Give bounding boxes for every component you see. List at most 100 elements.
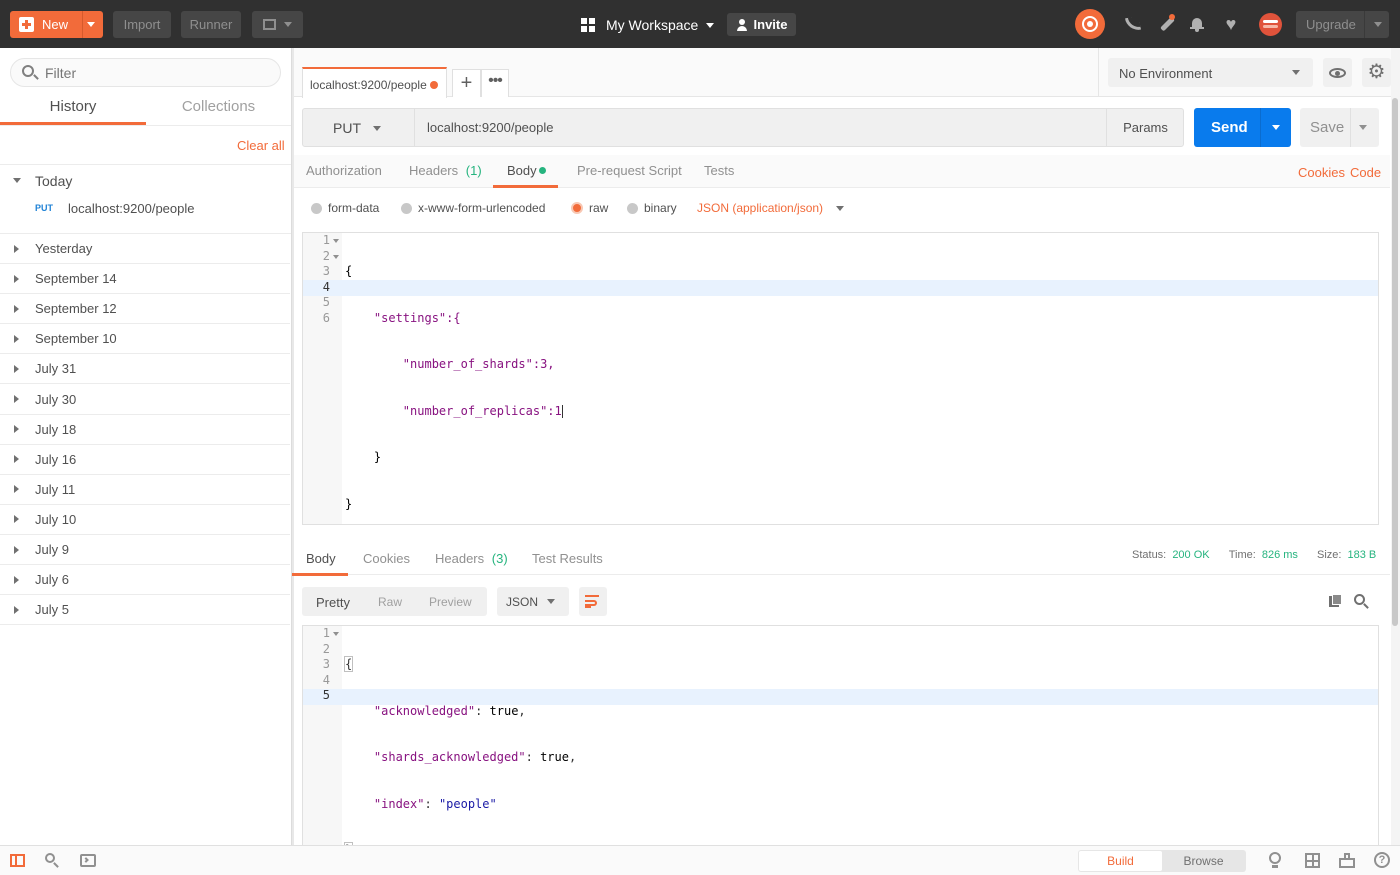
bootcamp-icon[interactable] bbox=[1339, 853, 1355, 868]
save-button[interactable]: Save bbox=[1300, 108, 1379, 147]
clear-all-link[interactable]: Clear all bbox=[237, 138, 285, 153]
caret-right-icon bbox=[14, 545, 19, 554]
help-icon[interactable]: ? bbox=[1374, 852, 1390, 868]
bell-icon[interactable] bbox=[1187, 14, 1207, 34]
send-button[interactable]: Send bbox=[1194, 108, 1291, 147]
copy-icon[interactable] bbox=[1329, 594, 1342, 607]
build-mode-button[interactable]: Build bbox=[1079, 851, 1162, 871]
search-input[interactable] bbox=[10, 58, 281, 87]
code-line: "number_of_shards":3, bbox=[345, 357, 555, 371]
avatar[interactable] bbox=[1259, 13, 1282, 36]
tab-history[interactable]: History bbox=[0, 93, 146, 125]
fold-arrow-icon[interactable] bbox=[333, 632, 339, 636]
response-tab-body[interactable]: Body bbox=[292, 542, 348, 576]
history-group-today[interactable]: Today bbox=[0, 168, 290, 193]
request-tab[interactable]: localhost:9200/people bbox=[302, 67, 447, 98]
url-input[interactable]: localhost:9200/people bbox=[427, 120, 554, 135]
code-line: } bbox=[345, 450, 382, 464]
wrap-lines-button[interactable] bbox=[579, 587, 607, 616]
line-number: 5 bbox=[322, 295, 330, 309]
caret-right-icon bbox=[14, 274, 19, 283]
params-button[interactable]: Params bbox=[1106, 109, 1184, 146]
import-button[interactable]: Import bbox=[113, 11, 171, 38]
two-pane-icon[interactable] bbox=[1305, 853, 1320, 868]
find-icon[interactable] bbox=[45, 853, 59, 868]
history-group-label: July 31 bbox=[35, 361, 77, 377]
sync-icon[interactable] bbox=[1075, 9, 1105, 39]
method-badge: PUT bbox=[35, 203, 53, 213]
chevron-down-icon[interactable] bbox=[87, 22, 95, 27]
tab-headers[interactable]: Headers (1) bbox=[409, 163, 482, 178]
workspace-switcher[interactable]: My Workspace bbox=[581, 14, 715, 36]
satellite-icon[interactable] bbox=[1123, 14, 1143, 34]
upgrade-button[interactable]: Upgrade bbox=[1296, 11, 1389, 38]
history-group[interactable]: July 16 bbox=[0, 445, 290, 475]
manage-environments-button[interactable]: ⚙ bbox=[1362, 58, 1391, 87]
response-tab-test-results[interactable]: Test Results bbox=[532, 551, 603, 566]
response-tab-cookies[interactable]: Cookies bbox=[363, 551, 410, 566]
toggle-sidebar-icon[interactable] bbox=[10, 854, 25, 867]
history-group[interactable]: Yesterday bbox=[0, 234, 290, 264]
new-button[interactable]: New bbox=[10, 11, 103, 38]
fold-arrow-icon[interactable] bbox=[333, 239, 339, 243]
view-pretty-button[interactable]: Pretty bbox=[316, 595, 350, 610]
fold-arrow-icon[interactable] bbox=[333, 255, 339, 259]
view-raw-button[interactable]: Raw bbox=[378, 595, 402, 609]
history-group[interactable]: July 6 bbox=[0, 565, 290, 596]
tab-pre-request-script[interactable]: Pre-request Script bbox=[577, 163, 682, 178]
history-group[interactable]: September 12 bbox=[0, 294, 290, 325]
history-group[interactable]: July 11 bbox=[0, 475, 290, 505]
line-number: 4 bbox=[322, 279, 330, 294]
code-link[interactable]: Code bbox=[1350, 165, 1381, 180]
lightbulb-icon[interactable] bbox=[1269, 852, 1281, 869]
radio-binary[interactable]: binary bbox=[627, 200, 677, 216]
wrench-icon[interactable] bbox=[1157, 14, 1177, 34]
search-icon[interactable] bbox=[1354, 594, 1369, 609]
tab-collections[interactable]: Collections bbox=[146, 93, 291, 125]
history-group[interactable]: July 18 bbox=[0, 415, 290, 445]
add-tab-button[interactable]: + bbox=[452, 69, 481, 97]
scrollbar-thumb[interactable] bbox=[1392, 98, 1398, 626]
history-group[interactable]: July 10 bbox=[0, 505, 290, 535]
cookies-link[interactable]: Cookies bbox=[1298, 165, 1345, 180]
history-group[interactable]: July 30 bbox=[0, 385, 290, 415]
radio-urlencoded[interactable]: x-www-form-urlencoded bbox=[401, 200, 545, 216]
heart-icon[interactable]: ♥ bbox=[1221, 14, 1241, 34]
new-window-button[interactable] bbox=[252, 11, 303, 38]
browse-mode-button[interactable]: Browse bbox=[1162, 851, 1245, 871]
response-tab-headers[interactable]: Headers (3) bbox=[435, 551, 508, 566]
history-group[interactable]: September 10 bbox=[0, 324, 290, 355]
environment-quick-look-button[interactable] bbox=[1323, 58, 1352, 87]
code-line: { bbox=[343, 656, 354, 672]
history-group[interactable]: July 5 bbox=[0, 595, 290, 626]
mode-toggle: Build Browse bbox=[1078, 850, 1246, 872]
environment-select[interactable]: No Environment bbox=[1108, 58, 1313, 87]
caret-right-icon bbox=[14, 455, 19, 464]
invite-button[interactable]: Invite bbox=[727, 13, 796, 36]
more-tabs-button[interactable]: ••• bbox=[481, 69, 509, 97]
radio-form-data[interactable]: form-data bbox=[311, 200, 379, 216]
tab-authorization[interactable]: Authorization bbox=[306, 163, 382, 178]
caret-down-icon bbox=[13, 178, 21, 183]
history-group-label: September 14 bbox=[35, 271, 117, 287]
history-group[interactable]: July 9 bbox=[0, 535, 290, 565]
filter-field[interactable] bbox=[45, 63, 265, 82]
tab-tests[interactable]: Tests bbox=[704, 163, 734, 178]
view-preview-button[interactable]: Preview bbox=[429, 595, 472, 609]
console-icon[interactable] bbox=[80, 854, 96, 867]
radio-raw[interactable]: raw bbox=[571, 200, 608, 216]
caret-right-icon bbox=[14, 244, 19, 253]
history-item[interactable]: PUT localhost:9200/people bbox=[0, 198, 290, 218]
method-select[interactable]: PUT bbox=[303, 109, 415, 146]
runner-button[interactable]: Runner bbox=[181, 11, 241, 38]
history-group[interactable]: July 31 bbox=[0, 354, 290, 385]
history-group-label: July 5 bbox=[35, 602, 69, 618]
content-type-select[interactable]: JSON (application/json) bbox=[697, 200, 845, 216]
scrollbar[interactable] bbox=[1391, 48, 1400, 845]
tab-body[interactable]: Body bbox=[493, 155, 558, 188]
caret-right-icon bbox=[14, 575, 19, 584]
chevron-down-icon bbox=[373, 126, 381, 131]
response-format-select[interactable]: JSON bbox=[497, 587, 569, 616]
history-group[interactable]: September 14 bbox=[0, 264, 290, 295]
response-body-code: { "acknowledged": true, "shards_acknowle… bbox=[343, 626, 576, 874]
